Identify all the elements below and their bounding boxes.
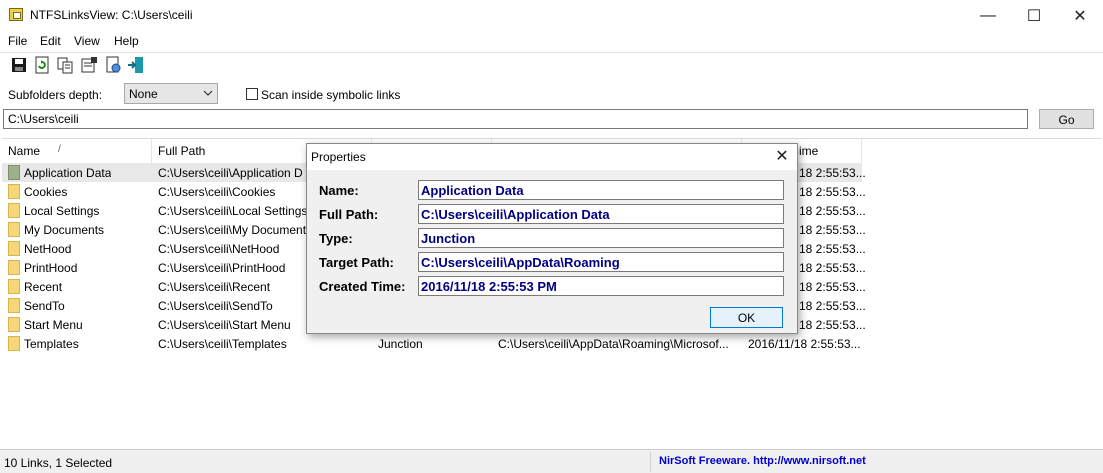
cell-path: C:\Users\ceili\Application D (158, 166, 303, 180)
cell-path: C:\Users\ceili\PrintHood (158, 261, 286, 275)
name-field[interactable]: Application Data (418, 180, 784, 200)
status-divider (650, 452, 651, 472)
cell-name: NetHood (24, 242, 72, 256)
cell-name: Application Data (24, 166, 112, 180)
folder-icon (8, 336, 20, 351)
created-time-label: Created Time: (319, 279, 406, 294)
name-label: Name: (319, 183, 359, 198)
dialog-title-bar: Properties ✕ (307, 144, 797, 170)
cell-time: 18 2:55:53... (799, 318, 866, 332)
refresh-icon[interactable] (33, 56, 51, 74)
target-path-field[interactable]: C:\Users\ceili\AppData\Roaming (418, 252, 784, 272)
path-input[interactable]: C:\Users\ceili (3, 109, 1028, 129)
full-path-label: Full Path: (319, 207, 379, 222)
cell-path: C:\Users\ceili\Local Settings (158, 204, 308, 218)
app-icon (9, 8, 23, 21)
cell-type: Junction (378, 337, 423, 351)
depth-value: None (129, 87, 158, 101)
cell-time: 18 2:55:53... (799, 261, 866, 275)
full-path-field[interactable]: C:\Users\ceili\Application Data (418, 204, 784, 224)
exit-icon[interactable] (127, 56, 145, 74)
cell-name: PrintHood (24, 261, 78, 275)
cell-time: 18 2:55:53... (799, 185, 866, 199)
title-bar: NTFSLinksView: C:\Users\ceili — ☐ ✕ (0, 0, 1103, 31)
go-button[interactable]: Go (1039, 109, 1094, 129)
properties-dialog: Properties ✕ Name: Application Data Full… (306, 143, 798, 334)
toolbar (0, 52, 1103, 77)
folder-icon (8, 260, 20, 275)
window-title: NTFSLinksView: C:\Users\ceili (30, 8, 193, 22)
scan-symlinks-checkbox[interactable] (246, 88, 258, 100)
html-report-icon[interactable] (104, 56, 122, 74)
menu-bar: File Edit View Help (0, 31, 1103, 51)
minimize-button[interactable]: — (965, 0, 1011, 31)
cell-name: Cookies (24, 185, 68, 199)
folder-icon (8, 165, 20, 180)
folder-icon (8, 298, 20, 313)
scan-symlinks-label: Scan inside symbolic links (261, 88, 401, 102)
cell-path: C:\Users\ceili\NetHood (158, 242, 280, 256)
cell-path: C:\Users\ceili\Recent (158, 280, 271, 294)
cell-name: Recent (24, 280, 63, 294)
folder-icon (8, 279, 20, 294)
cell-name: My Documents (24, 223, 105, 237)
cell-path: C:\Users\ceili\Templates (158, 337, 287, 351)
folder-icon (8, 203, 20, 218)
depth-label: Subfolders depth: (8, 88, 103, 102)
nirsoft-link[interactable]: NirSoft Freeware. http://www.nirsoft.net (659, 455, 866, 467)
cell-time: 18 2:55:53... (799, 223, 866, 237)
menu-help[interactable]: Help (114, 34, 139, 48)
maximize-button[interactable]: ☐ (1011, 0, 1057, 31)
target-path-label: Target Path: (319, 255, 394, 270)
cell-path: C:\Users\ceili\Cookies (158, 185, 276, 199)
folder-icon (8, 184, 20, 199)
cell-name: Start Menu (24, 318, 83, 332)
folder-icon (8, 241, 20, 256)
created-time-field[interactable]: 2016/11/18 2:55:53 PM (418, 276, 784, 296)
cell-time: 18 2:55:53... (799, 204, 866, 218)
depth-select[interactable]: None (124, 83, 218, 104)
chevron-down-icon (203, 86, 213, 103)
properties-icon[interactable] (80, 56, 98, 74)
menu-edit[interactable]: Edit (40, 34, 61, 48)
cell-time: 18 2:55:53... (799, 166, 866, 180)
close-button[interactable]: ✕ (1057, 0, 1103, 31)
column-name-label: Name (8, 144, 41, 158)
folder-icon (8, 222, 20, 237)
cell-time: 18 2:55:53... (799, 242, 866, 256)
menu-file[interactable]: File (8, 34, 27, 48)
dialog-title: Properties (311, 150, 366, 164)
cell-path: C:\Users\ceili\Start Menu (158, 318, 291, 332)
menu-view[interactable]: View (74, 34, 100, 48)
cell-time: 18 2:55:53... (799, 280, 866, 294)
cell-target: C:\Users\ceili\AppData\Roaming\Microsof.… (498, 337, 729, 351)
sort-arrow-icon: / (58, 144, 61, 155)
cell-path: C:\Users\ceili\My Document (158, 223, 307, 237)
type-label: Type: (319, 231, 353, 246)
cell-name: Local Settings (24, 204, 100, 218)
ok-button[interactable]: OK (710, 307, 783, 328)
column-name[interactable]: Name / (2, 139, 152, 163)
status-text: 10 Links, 1 Selected (4, 456, 113, 470)
status-bar: 10 Links, 1 Selected NirSoft Freeware. h… (0, 449, 1103, 473)
cell-path: C:\Users\ceili\SendTo (158, 299, 273, 313)
table-row[interactable]: Templates C:\Users\ceili\Templates Junct… (2, 334, 862, 353)
dialog-close-icon[interactable]: ✕ (769, 146, 795, 168)
cell-time: 18 2:55:53... (799, 299, 866, 313)
copy-icon[interactable] (56, 56, 74, 74)
cell-name: Templates (24, 337, 79, 351)
cell-name: SendTo (24, 299, 65, 313)
save-icon[interactable] (10, 56, 28, 74)
type-field[interactable]: Junction (418, 228, 784, 248)
cell-time: 2016/11/18 2:55:53... (748, 337, 861, 351)
folder-icon (8, 317, 20, 332)
